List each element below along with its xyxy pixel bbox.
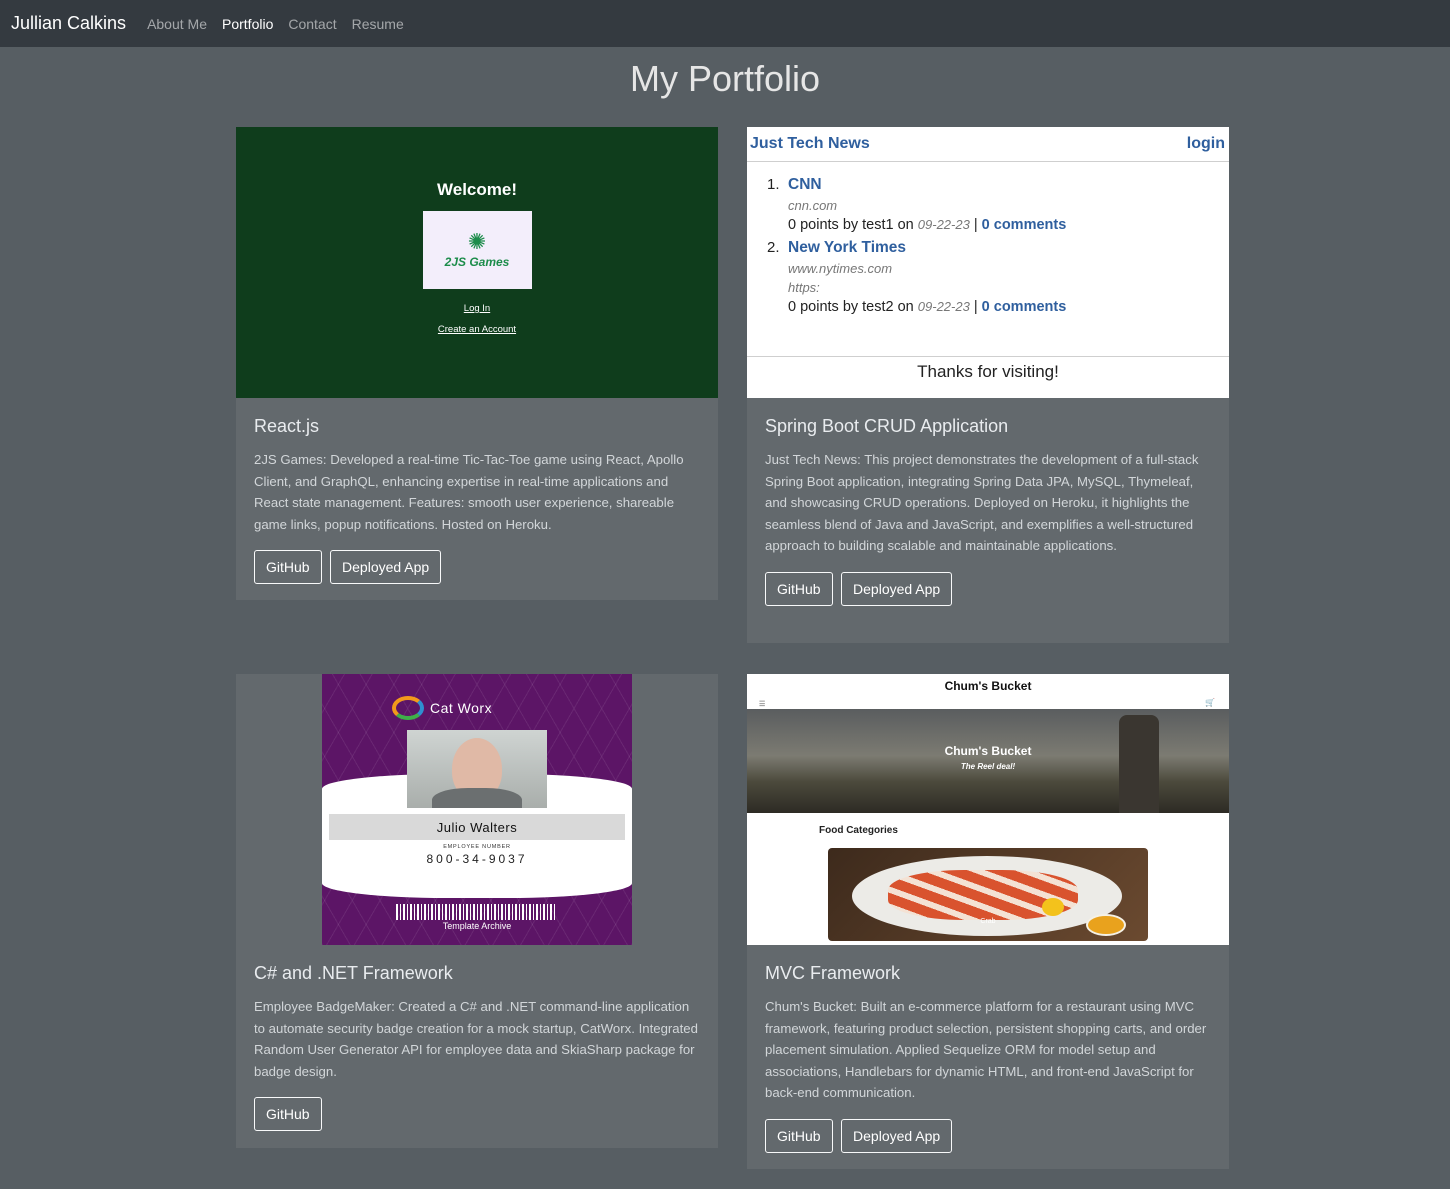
cart-icon: 🛒 <box>1205 698 1215 707</box>
preview-login-link: Log In <box>463 303 491 314</box>
project-description: Employee BadgeMaker: Created a C# and .N… <box>254 999 698 1079</box>
nav-contact[interactable]: Contact <box>288 16 336 32</box>
project-preview-image: Welcome! ✺ 2JS Games Log In Create an Ac… <box>236 127 718 398</box>
nav-resume[interactable]: Resume <box>352 16 404 32</box>
project-card-spring-boot: Just Tech News login 1. CNN cnn.com 0 po… <box>747 127 1229 643</box>
badge-brand: Cat Worx <box>392 696 492 720</box>
gear-ring-icon: ✺ <box>467 229 487 254</box>
hamburger-menu-icon: ☰ <box>759 701 766 708</box>
preview-hero-title: Chum's Bucket <box>944 744 1032 758</box>
list-item-extra: https: <box>788 280 820 295</box>
barcode-icon <box>396 904 556 920</box>
preview-site-name: Chum's Bucket <box>944 679 1032 693</box>
preview-hero: Chum's Bucket The Reel deal! <box>747 709 1229 813</box>
preview-header: Just Tech News login <box>747 127 1229 162</box>
project-preview-image: Chum's Bucket ☰ 🛒 Chum's Bucket The Reel… <box>747 674 1229 945</box>
preview-header: Chum's Bucket ☰ 🛒 <box>747 674 1229 709</box>
project-description: 2JS Games: Developed a real-time Tic-Tac… <box>254 452 684 532</box>
list-item-number: 1. <box>767 176 780 193</box>
project-title: C# and .NET Framework <box>254 963 453 983</box>
list-item: 2. New York Times www.nytimes.com https:… <box>767 239 1229 315</box>
project-title: Spring Boot CRUD Application <box>765 416 1009 436</box>
brand-link[interactable]: Jullian Calkins <box>11 13 126 34</box>
list-item-date: 09-22-23 <box>917 217 970 232</box>
deployed-app-button[interactable]: Deployed App <box>330 550 442 584</box>
list-item-date: 09-22-23 <box>917 299 970 314</box>
list-item-source: www.nytimes.com <box>788 261 893 276</box>
photo-shirt <box>432 788 522 808</box>
github-button[interactable]: GitHub <box>765 571 833 606</box>
preview-welcome: Welcome! <box>437 180 517 199</box>
github-button[interactable]: GitHub <box>254 550 322 584</box>
deployed-app-button[interactable]: Deployed App <box>841 571 953 606</box>
preview-badge: Cat Worx Julio Walters EMPLOYEE NUMBER 8… <box>322 674 632 945</box>
preview-create-link: Create an Account <box>437 324 517 335</box>
badge-employee-label: EMPLOYEE NUMBER <box>443 844 511 850</box>
list-item-meta: 0 points by test2 on 09-22-23 | 0 commen… <box>788 299 1067 315</box>
list-item-title: CNN <box>788 176 822 193</box>
list-item-number: 2. <box>767 239 780 256</box>
deployed-app-button[interactable]: Deployed App <box>841 1118 953 1153</box>
preview-food-image: Crab <box>828 848 1148 941</box>
list-item-comments: 0 comments <box>981 217 1067 233</box>
list-item-source: cnn.com <box>788 198 838 213</box>
list-item-points: 0 points by test1 on <box>788 217 914 233</box>
list-item-comments: 0 comments <box>981 299 1067 315</box>
navbar: Jullian Calkins About Me Portfolio Conta… <box>0 0 1450 47</box>
list-item: 1. CNN cnn.com 0 points by test1 on 09-2… <box>767 176 1229 233</box>
project-preview-image: Just Tech News login 1. CNN cnn.com 0 po… <box>747 127 1229 398</box>
badge-employee-number: 800-34-9037 <box>426 852 528 866</box>
project-description: Chum's Bucket: Built an e-commerce platf… <box>765 999 1207 1100</box>
preview-logo-text: 2JS Games <box>444 255 510 269</box>
project-title: MVC Framework <box>765 963 901 983</box>
preview-login-link: login <box>1186 135 1225 152</box>
page-title: My Portfolio <box>629 58 821 99</box>
preview-site-name: Just Tech News <box>750 135 870 152</box>
badge-company-name: Cat Worx <box>430 700 493 716</box>
nav-about-me[interactable]: About Me <box>147 16 207 32</box>
project-card-mvc: Chum's Bucket ☰ 🛒 Chum's Bucket The Reel… <box>747 674 1229 1169</box>
swirl-logo-icon <box>392 696 424 720</box>
preview-section-title: Food Categories <box>819 825 898 836</box>
project-description: Just Tech News: This project demonstrate… <box>765 452 1199 553</box>
preview-post-list: 1. CNN cnn.com 0 points by test1 on 09-2… <box>747 162 1229 315</box>
badge-photo <box>407 730 547 808</box>
project-title: React.js <box>254 416 320 436</box>
project-preview-image: Cat Worx Julio Walters EMPLOYEE NUMBER 8… <box>236 674 718 945</box>
preview-logo: ✺ 2JS Games <box>422 211 532 289</box>
badge-employee-name: Julio Walters <box>329 814 625 840</box>
list-item-title: New York Times <box>788 239 907 256</box>
github-button[interactable]: GitHub <box>765 1118 833 1153</box>
preview-hero-subtitle: The Reel deal! <box>960 762 1016 771</box>
list-item-points: 0 points by test2 on <box>788 299 914 315</box>
food-lemon <box>1042 898 1064 916</box>
preview-footer: Thanks for visiting! <box>747 356 1229 382</box>
nav-portfolio[interactable]: Portfolio <box>222 16 273 32</box>
project-card-dotnet: Cat Worx Julio Walters EMPLOYEE NUMBER 8… <box>236 674 718 1148</box>
list-item-meta: 0 points by test1 on 09-22-23 | 0 commen… <box>788 217 1067 233</box>
github-button[interactable]: GitHub <box>254 1097 322 1131</box>
badge-footer: Template Archive <box>442 921 512 931</box>
project-card-react: Welcome! ✺ 2JS Games Log In Create an Ac… <box>236 127 718 600</box>
preview-category-label: Crab <box>980 918 996 925</box>
